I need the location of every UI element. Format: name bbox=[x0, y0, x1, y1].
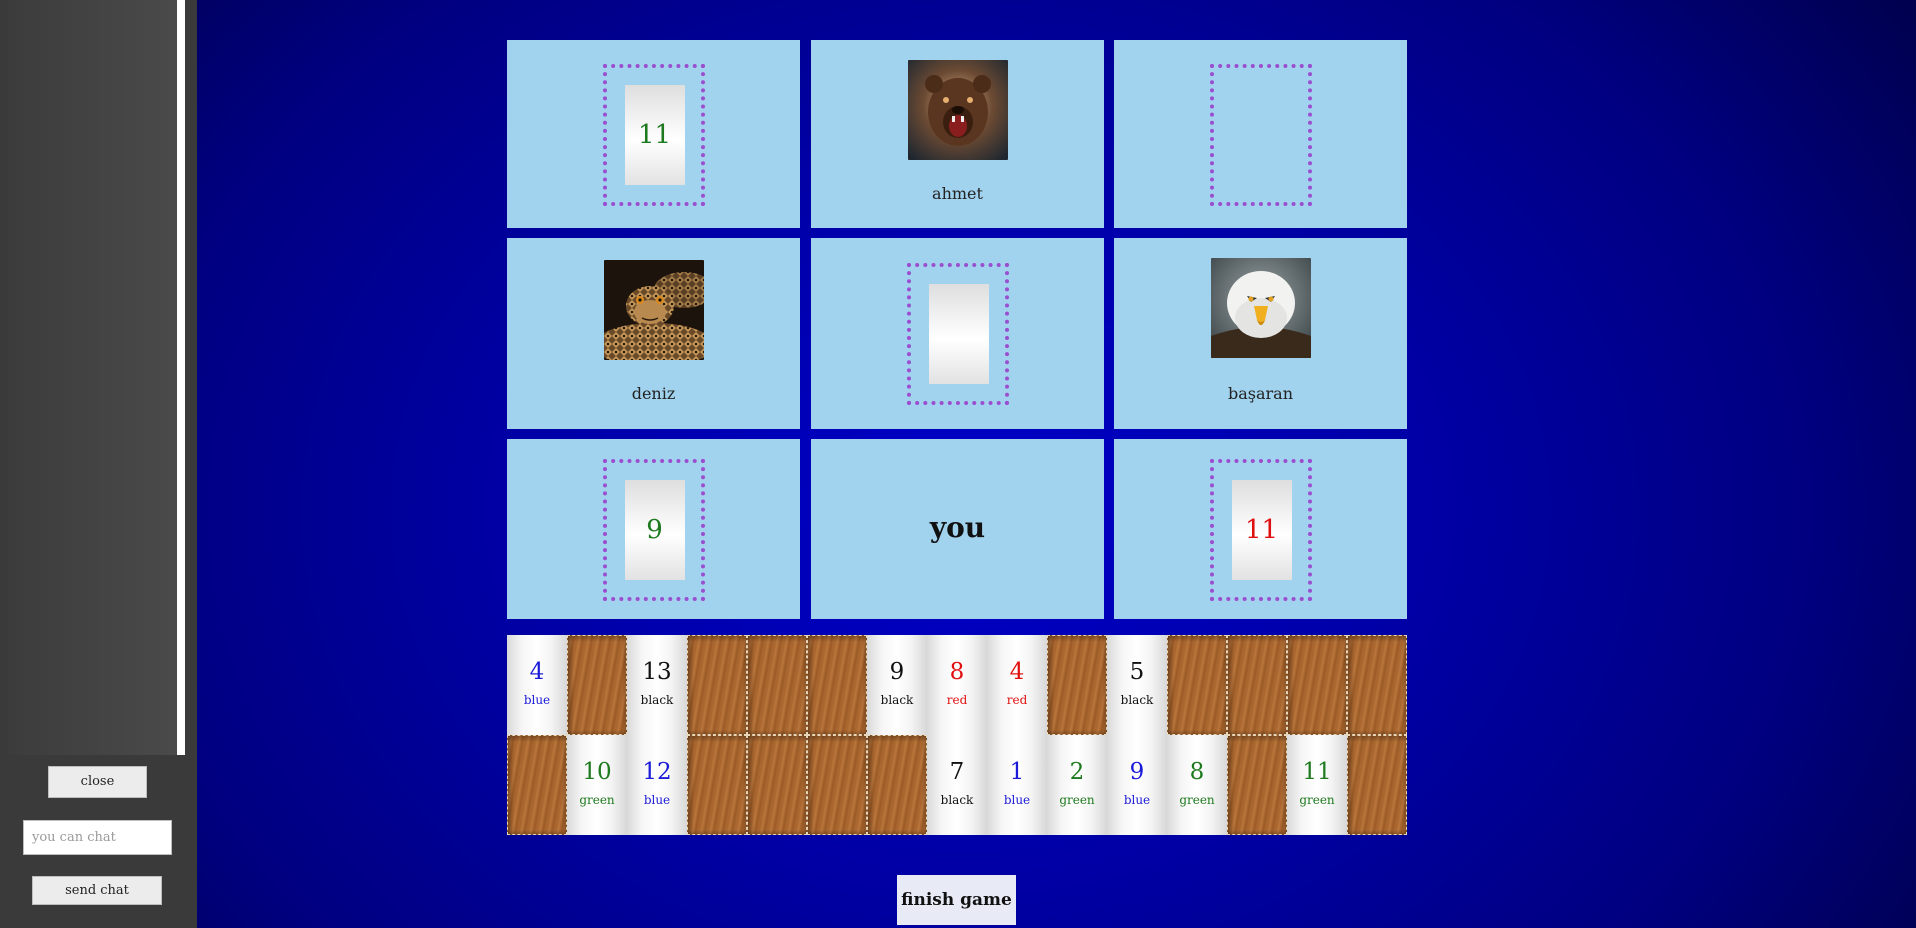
tile-number: 11 bbox=[1244, 515, 1279, 545]
empty-rack-slot[interactable] bbox=[807, 635, 867, 735]
rack-tile[interactable]: 13 black bbox=[627, 635, 687, 735]
empty-rack-slot[interactable] bbox=[1227, 735, 1287, 835]
close-button[interactable]: close bbox=[48, 766, 147, 798]
panel-top-left: 11 bbox=[507, 40, 800, 228]
rack-tile[interactable]: 10 green bbox=[567, 735, 627, 835]
tile-number: 12 bbox=[642, 759, 672, 785]
tile-rack: 4 blue 13 black 9 black 8 red 4 red 5 black 10 green… bbox=[507, 635, 1407, 835]
player-name: deniz bbox=[631, 384, 676, 403]
tile-number: 4 bbox=[1009, 659, 1025, 685]
tile-number: 8 bbox=[949, 659, 965, 685]
rack-tile[interactable]: 12 blue bbox=[627, 735, 687, 835]
rack-tile[interactable]: 5 black bbox=[1107, 635, 1167, 735]
rack-row-bottom: 10 green 12 blue 7 black 1 blue 2 green 9 blue 8 gree… bbox=[507, 735, 1407, 835]
rack-tile[interactable]: 9 black bbox=[867, 635, 927, 735]
panel-player-ahmet: ahmet bbox=[811, 40, 1104, 228]
tile-number: 13 bbox=[642, 659, 672, 685]
discard-tile[interactable]: 11 bbox=[624, 85, 685, 185]
tile-color-label: red bbox=[1006, 693, 1028, 707]
panel-player-deniz: deniz bbox=[507, 238, 800, 429]
player-name: başaran bbox=[1227, 384, 1294, 403]
center-discard-zone[interactable] bbox=[906, 263, 1009, 405]
rack-tile[interactable]: 8 green bbox=[1167, 735, 1227, 835]
empty-rack-slot[interactable] bbox=[807, 735, 867, 835]
bear-avatar bbox=[907, 60, 1008, 160]
chat-sidebar: close send chat bbox=[0, 0, 197, 928]
empty-rack-slot[interactable] bbox=[747, 735, 807, 835]
empty-rack-slot[interactable] bbox=[687, 635, 747, 735]
tile-color-label: blue bbox=[523, 693, 551, 707]
empty-rack-slot[interactable] bbox=[1227, 635, 1287, 735]
tile-color-label: black bbox=[1120, 693, 1154, 707]
chat-input[interactable] bbox=[23, 820, 172, 855]
tile-number: 11 bbox=[1302, 759, 1332, 785]
tile-number: 7 bbox=[949, 759, 965, 785]
chat-log bbox=[8, 0, 177, 755]
tile-color-label: blue bbox=[1003, 793, 1031, 807]
panel-player-basaran: başaran bbox=[1114, 238, 1407, 429]
tile-color-label: black bbox=[880, 693, 914, 707]
discard-zone-top-right[interactable] bbox=[1209, 64, 1312, 206]
empty-rack-slot[interactable] bbox=[1287, 635, 1347, 735]
tile-number: 9 bbox=[646, 515, 663, 545]
tile-color-label: blue bbox=[643, 793, 671, 807]
panel-bottom-right: 11 bbox=[1114, 439, 1407, 619]
tile-number: 11 bbox=[637, 120, 672, 150]
tile-number: 8 bbox=[1189, 759, 1205, 785]
discard-zone-bottom-right[interactable]: 11 bbox=[1209, 459, 1312, 601]
panel-bottom-left: 9 bbox=[507, 439, 800, 619]
finish-game-button[interactable]: finish game bbox=[897, 875, 1016, 925]
rack-tile[interactable]: 11 green bbox=[1287, 735, 1347, 835]
empty-rack-slot[interactable] bbox=[1167, 635, 1227, 735]
rack-tile[interactable]: 4 red bbox=[987, 635, 1047, 735]
rack-tile[interactable]: 9 blue bbox=[1107, 735, 1167, 835]
rack-tile[interactable]: 7 black bbox=[927, 735, 987, 835]
discard-tile[interactable]: 9 bbox=[624, 480, 685, 580]
empty-rack-slot[interactable] bbox=[1347, 735, 1407, 835]
panel-center bbox=[811, 238, 1104, 429]
send-chat-button[interactable]: send chat bbox=[32, 876, 162, 905]
rack-tile[interactable]: 4 blue bbox=[507, 635, 567, 735]
discard-zone-top-left[interactable]: 11 bbox=[602, 64, 705, 206]
eagle-avatar bbox=[1210, 258, 1311, 358]
tile-color-label: green bbox=[1179, 793, 1215, 807]
tile-color-label: green bbox=[1059, 793, 1095, 807]
empty-rack-slot[interactable] bbox=[1047, 635, 1107, 735]
tile-number: 2 bbox=[1069, 759, 1085, 785]
rack-tile[interactable]: 8 red bbox=[927, 635, 987, 735]
sidebar-edge bbox=[185, 0, 197, 755]
empty-rack-slot[interactable] bbox=[867, 735, 927, 835]
game-area: 11 ahmet deniz başaran 9 you 11 4 blue 1… bbox=[197, 0, 1916, 928]
tile-color-label: black bbox=[640, 693, 674, 707]
tile-color-label: green bbox=[1299, 793, 1335, 807]
tile-color-label: red bbox=[946, 693, 968, 707]
rack-row-top: 4 blue 13 black 9 black 8 red 4 red 5 black bbox=[507, 635, 1407, 735]
player-name: ahmet bbox=[932, 184, 983, 203]
discard-tile[interactable]: 11 bbox=[1231, 480, 1292, 580]
tile-number: 5 bbox=[1129, 659, 1145, 685]
tile-number: 4 bbox=[529, 659, 545, 685]
tile-color-label: blue bbox=[1123, 793, 1151, 807]
rack-tile[interactable]: 1 blue bbox=[987, 735, 1047, 835]
you-label: you bbox=[929, 511, 986, 544]
tile-number: 10 bbox=[582, 759, 612, 785]
tile-color-label: black bbox=[940, 793, 974, 807]
tile-color-label: green bbox=[579, 793, 615, 807]
center-tile[interactable] bbox=[928, 284, 989, 384]
tile-number: 9 bbox=[889, 659, 905, 685]
chat-scrollbar[interactable] bbox=[177, 0, 185, 755]
tile-number: 1 bbox=[1009, 759, 1025, 785]
empty-rack-slot[interactable] bbox=[567, 635, 627, 735]
tile-number: 9 bbox=[1129, 759, 1145, 785]
empty-rack-slot[interactable] bbox=[1347, 635, 1407, 735]
rack-tile[interactable]: 2 green bbox=[1047, 735, 1107, 835]
empty-rack-slot[interactable] bbox=[687, 735, 747, 835]
snake-avatar bbox=[603, 260, 704, 360]
empty-rack-slot[interactable] bbox=[747, 635, 807, 735]
panel-you: you bbox=[811, 439, 1104, 619]
empty-rack-slot[interactable] bbox=[507, 735, 567, 835]
discard-zone-bottom-left[interactable]: 9 bbox=[602, 459, 705, 601]
panel-top-right bbox=[1114, 40, 1407, 228]
